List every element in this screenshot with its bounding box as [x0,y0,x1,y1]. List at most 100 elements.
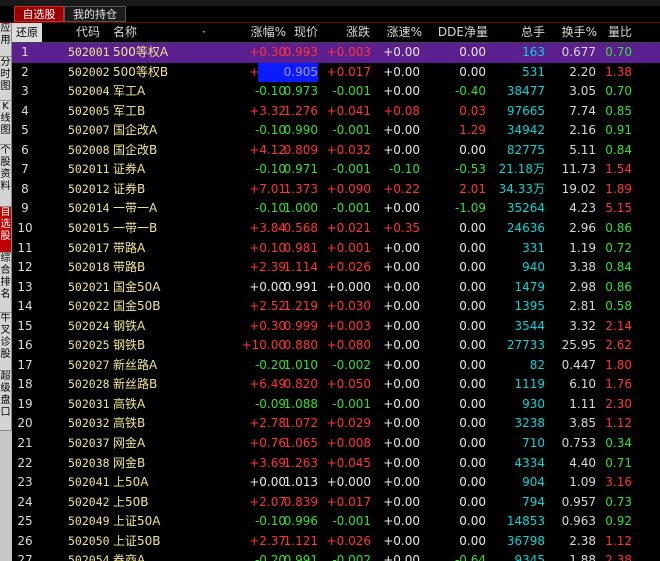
table-row[interactable]: 15 502024 钢铁A +0.30 0.999 +0.003 +0.00 0.00 3544… [12,317,660,337]
table-row[interactable]: 26 502050 上证50B +2.37 1.121 +0.026 +0.00 0.00 36… [12,532,660,552]
restore-button[interactable]: 还原 [12,23,42,42]
turnover-rate: 11.73 [561,162,596,177]
dde-net-volume: 0.00 [459,455,486,470]
table-row[interactable]: 20 502032 高铁B +2.78 1.072 +0.029 +0.00 0.00 3238… [12,414,660,434]
table-row[interactable]: 27 502054 券商A -0.20 0.991 -0.002 +0.00 -0.64 934… [12,551,660,561]
table-row[interactable]: 5 502007 国企改A -0.10 0.990 -0.001 +0.00 1.29 3494… [12,121,660,141]
col-header-name[interactable]: 名称 [113,23,137,42]
price-change: -0.001 [332,201,371,216]
stock-code: 502028 [68,377,110,392]
total-volume: 34942 [506,123,545,138]
price-change: -0.001 [332,514,371,529]
price-change: -0.001 [332,123,371,138]
dde-net-volume: 0.00 [459,260,486,275]
dde-net-volume: 0.00 [459,142,486,157]
stock-name: 一带一B [113,220,158,235]
table-row[interactable]: 8 502012 证券B +7.01 1.373 +0.090 +0.22 2.01 34.33… [12,180,660,200]
table-row[interactable]: 14 502022 国金50B +2.52 1.219 +0.030 +0.00 0.00 13… [12,297,660,317]
table-row[interactable]: 21 502037 网金A +0.76 1.065 +0.008 +0.00 0.00 710 0… [12,434,660,454]
col-header-volume[interactable]: 总手 [512,23,545,42]
table-row[interactable]: 19 502031 高铁A -0.09 1.088 -0.001 +0.00 0.00 930 1… [12,395,660,415]
current-price: 1.263 [283,455,318,470]
col-header-dde[interactable]: DDE净量 [428,23,488,42]
stock-name: 国金50A [113,279,161,294]
row-index: 2 [21,64,29,79]
table-row[interactable]: 7 502011 证券A -0.10 0.971 -0.001 -0.10 -0.53 21.1… [12,160,660,180]
stock-name: 军工B [113,103,146,118]
row-index: 4 [21,103,29,118]
stock-name: 带路B [113,260,146,275]
side-nav-timeshare[interactable]: 分时图 [0,57,12,101]
col-header-volume-ratio[interactable]: 量比 [604,23,632,42]
dde-net-volume: -0.40 [454,84,486,99]
row-index: 15 [17,318,33,333]
stock-name: 证券A [113,162,146,177]
table-row[interactable]: 3 502004 军工A -0.10 0.973 -0.001 +0.00 -0.40 3847… [12,82,660,102]
table-row[interactable]: 2502002500等权B+1.910.905+0.017+0.000.0053… [12,62,660,83]
total-volume: 36798 [506,533,545,548]
side-nav-super-board[interactable]: 超级盘口 [0,371,12,431]
tab-watchlist[interactable]: 自选股 [14,6,64,22]
dde-net-volume: 0.00 [459,416,486,431]
dde-net-volume: 0.00 [459,45,486,59]
table-row[interactable]: 1 502001 500等权A +0.30 0.993 +0.003 +0.00 0.00 16… [12,43,660,63]
turnover-rate: 1.19 [569,240,596,255]
price-change: +0.003 [326,318,371,333]
row-index: 17 [17,357,33,372]
table-row[interactable]: 10 502015 一带一B +3.84 0.568 +0.021 +0.35 0.00 246… [12,219,660,239]
total-volume: 1395 [514,299,545,314]
turnover-rate: 3.05 [569,84,596,99]
stock-name: 一带一A [113,201,158,216]
total-volume: 1119 [514,377,545,392]
table-row[interactable]: 17 502027 新丝路A -0.20 1.010 -0.002 +0.00 0.00 82 0… [12,356,660,376]
price-change: +0.029 [326,416,371,431]
stock-code: 502015 [68,220,110,235]
table-row[interactable]: 22 502038 网金B +3.69 1.263 +0.045 +0.00 0.00 4334… [12,454,660,474]
current-price: 1.072 [283,416,318,431]
table-row[interactable]: 18 502028 新丝路B +6.49 0.820 +0.050 +0.00 0.00 111… [12,375,660,395]
side-nav-rankings[interactable]: 综合排名 [0,253,12,313]
price-change: +0.041 [326,103,371,118]
tab-my-positions[interactable]: 我的持仓 [64,6,126,22]
side-nav-watchlist[interactable]: 自选股 [0,207,12,253]
dde-net-volume: 0.03 [459,103,486,118]
col-header-code[interactable]: 代码 [76,23,100,42]
total-volume: 794 [522,494,545,509]
col-header-change[interactable]: 涨跌 [334,23,370,42]
table-row[interactable]: 11 502017 带路A +0.10 0.981 +0.001 +0.00 0.00 331 1… [12,239,660,259]
table-row[interactable]: 4 502005 军工B +3.32 1.276 +0.041 +0.08 0.03 97665… [12,102,660,122]
table-row[interactable]: 23 502041 上50A +0.00 1.013 +0.000 +0.00 0.00 904… [12,473,660,493]
turnover-rate: 1.11 [569,396,596,411]
stock-name: 军工A [113,84,146,99]
turnover-rate: 2.16 [569,123,596,138]
quote-table: 还原 代码 名称 · 涨幅% 现价 涨跌 涨速% DDE净量 总手 换手% 量比… [12,23,660,561]
stock-code: 502021 [68,279,110,294]
table-row[interactable]: 12 502018 带路B +2.39 1.114 +0.026 +0.00 0.00 940 3… [12,258,660,278]
table-row[interactable]: 13 502021 国金50A +0.00 0.991 +0.000 +0.00 0.00 14… [12,278,660,298]
dde-net-volume: 0.00 [459,299,486,314]
change-speed: +0.00 [383,475,420,490]
price-change: +0.001 [326,240,371,255]
total-volume: 35264 [506,201,545,216]
row-index: 11 [17,240,33,255]
side-nav-diagnosis[interactable]: 牛叉诊股 [0,313,12,371]
col-header-speed[interactable]: 涨速% [380,23,422,42]
side-nav-apps[interactable]: 应用 [0,23,12,57]
turnover-rate: 2.38 [569,533,596,548]
col-header-pct[interactable]: 涨幅% [226,23,286,42]
current-price: 0.990 [283,123,318,138]
table-row[interactable]: 9 502014 一带一A -0.10 1.000 -0.001 +0.00 -1.09 352… [12,199,660,219]
table-row[interactable]: 6 502008 国企改B +4.12 0.809 +0.032 +0.00 0.00 8277… [12,141,660,161]
table-row[interactable]: 24 502042 上50B +2.07 0.839 +0.017 +0.00 0.00 794… [12,493,660,513]
side-nav-stock-profile[interactable]: 个股资料 [0,145,12,207]
stock-code: 502017 [68,240,110,255]
row-index: 7 [21,162,29,177]
volume-ratio: 1.12 [605,416,632,431]
table-row[interactable]: 25 502049 上证50A -0.10 0.996 -0.001 +0.00 0.00 14… [12,512,660,532]
col-header-turnover[interactable]: 换手% [557,23,597,42]
dde-net-volume: 0.00 [459,475,486,490]
table-row[interactable]: 16 502025 钢铁B +10.00 0.880 +0.080 +0.00 0.00 277… [12,336,660,356]
dde-net-volume: 0.00 [459,494,486,509]
col-header-price[interactable]: 现价 [278,23,318,42]
side-nav-kline[interactable]: K线图 [0,101,12,145]
